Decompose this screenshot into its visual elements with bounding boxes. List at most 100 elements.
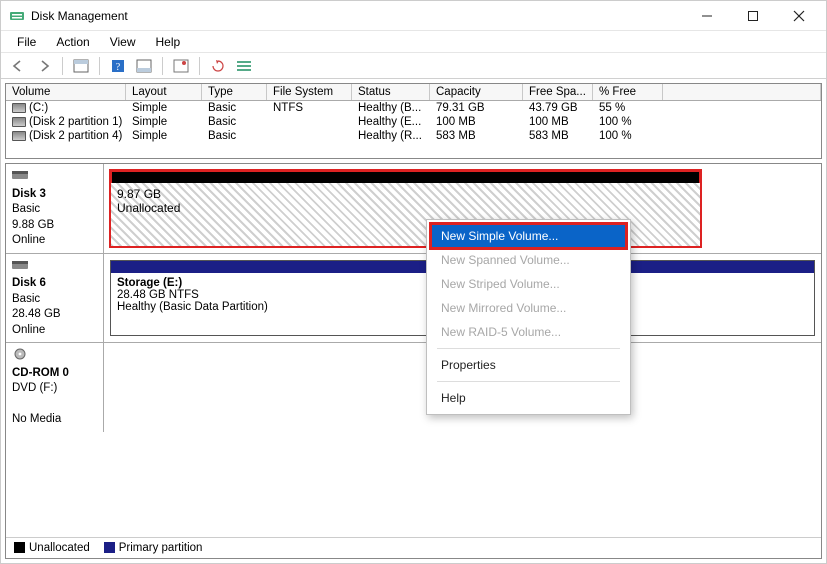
toolbar-list[interactable] (233, 56, 255, 76)
forward-button[interactable] (33, 56, 55, 76)
disk-title: Disk 3 (12, 187, 97, 203)
volume-name: (Disk 2 partition 1) (29, 116, 122, 128)
volume-free: 583 MB (523, 129, 593, 143)
ctx-new-simple-volume[interactable]: New Simple Volume... (431, 224, 626, 248)
volume-free: 43.79 GB (523, 101, 593, 115)
window-title: Disk Management (31, 9, 684, 23)
toolbar-settings[interactable] (170, 56, 192, 76)
help-button[interactable]: ? (107, 56, 129, 76)
disk-row-disk3: Disk 3 Basic 9.88 GB Online 9.87 GB Unal… (6, 164, 821, 254)
disk-info[interactable]: Disk 3 Basic 9.88 GB Online (6, 164, 104, 253)
volume-fs (267, 115, 352, 129)
volume-free: 100 MB (523, 115, 593, 129)
cdrom-drive: DVD (F:) (12, 382, 57, 394)
partition-status: Healthy (Basic Data Partition) (117, 301, 268, 313)
volume-name: (C:) (29, 102, 48, 114)
volume-name: (Disk 2 partition 4) (29, 130, 122, 142)
disk-icon (12, 259, 28, 271)
menu-action[interactable]: Action (46, 33, 99, 51)
volume-type: Basic (202, 129, 267, 143)
header-layout[interactable]: Layout (126, 84, 202, 100)
unalloc-size: 9.87 GB (117, 187, 694, 201)
ctx-properties[interactable]: Properties (427, 353, 630, 377)
cdrom-state: No Media (12, 413, 61, 425)
volume-pfree: 55 % (593, 101, 663, 115)
toolbar-separator (199, 57, 200, 75)
titlebar[interactable]: Disk Management (1, 1, 826, 31)
ctx-new-striped-volume: New Striped Volume... (427, 272, 630, 296)
toolbar-separator (62, 57, 63, 75)
volume-type: Basic (202, 101, 267, 115)
toolbar-separator (162, 57, 163, 75)
volume-fs: NTFS (267, 101, 352, 115)
menu-file[interactable]: File (7, 33, 46, 51)
volume-status: Healthy (B... (352, 101, 430, 115)
menu-help[interactable]: Help (146, 33, 191, 51)
volume-icon (12, 131, 26, 141)
toolbar: ? (1, 53, 826, 79)
ctx-help[interactable]: Help (427, 386, 630, 410)
toolbar-refresh[interactable] (207, 56, 229, 76)
volume-icon (12, 117, 26, 127)
ctx-new-spanned-volume: New Spanned Volume... (427, 248, 630, 272)
disk-icon (12, 169, 28, 181)
volume-layout: Simple (126, 115, 202, 129)
toolbar-view-top[interactable] (70, 56, 92, 76)
legend-swatch-primary (104, 542, 115, 553)
disk-type: Basic (12, 203, 40, 215)
disk-row-disk6: Disk 6 Basic 28.48 GB Online Storage (E:… (6, 254, 821, 344)
volume-row[interactable]: (Disk 2 partition 4) Simple Basic Health… (6, 129, 821, 143)
app-icon (9, 8, 25, 24)
partition-detail: 28.48 GB NTFS (117, 289, 199, 301)
disk-size: 9.88 GB (12, 219, 54, 231)
maximize-button[interactable] (730, 2, 776, 30)
volume-layout: Simple (126, 101, 202, 115)
graphical-fill (6, 432, 821, 537)
disk-title: CD-ROM 0 (12, 366, 97, 382)
header-percent-free[interactable]: % Free (593, 84, 663, 100)
volume-list[interactable]: Volume Layout Type File System Status Ca… (5, 83, 822, 159)
close-button[interactable] (776, 2, 822, 30)
header-freespace[interactable]: Free Spa... (523, 84, 593, 100)
volume-capacity: 100 MB (430, 115, 523, 129)
disk-row-cdrom: CD-ROM 0 DVD (F:) No Media (6, 343, 821, 432)
volume-pfree: 100 % (593, 115, 663, 129)
ctx-separator (437, 348, 620, 349)
menu-view[interactable]: View (100, 33, 146, 51)
legend-primary: Primary partition (119, 542, 203, 554)
header-type[interactable]: Type (202, 84, 267, 100)
disk-title: Disk 6 (12, 276, 97, 292)
disk-type: Basic (12, 293, 40, 305)
volume-status: Healthy (E... (352, 115, 430, 129)
back-button[interactable] (7, 56, 29, 76)
volume-capacity: 79.31 GB (430, 101, 523, 115)
volume-row[interactable]: (C:) Simple Basic NTFS Healthy (B... 79.… (6, 101, 821, 115)
disk-management-window: Disk Management File Action View Help ? … (0, 0, 827, 564)
volume-status: Healthy (R... (352, 129, 430, 143)
volume-capacity: 583 MB (430, 129, 523, 143)
disk-info[interactable]: CD-ROM 0 DVD (F:) No Media (6, 343, 104, 432)
header-status[interactable]: Status (352, 84, 430, 100)
menubar: File Action View Help (1, 31, 826, 53)
ctx-new-mirrored-volume: New Mirrored Volume... (427, 296, 630, 320)
volume-icon (12, 103, 26, 113)
disk-info[interactable]: Disk 6 Basic 28.48 GB Online (6, 254, 104, 343)
toolbar-separator (99, 57, 100, 75)
toolbar-view-bottom[interactable] (133, 56, 155, 76)
cdrom-icon (12, 348, 28, 360)
volume-fs (267, 129, 352, 143)
header-capacity[interactable]: Capacity (430, 84, 523, 100)
graphical-view: Disk 3 Basic 9.88 GB Online 9.87 GB Unal… (5, 163, 822, 559)
minimize-button[interactable] (684, 2, 730, 30)
unalloc-label: Unallocated (117, 201, 694, 215)
disk-state: Online (12, 324, 45, 336)
volume-type: Basic (202, 115, 267, 129)
legend-unallocated: Unallocated (29, 542, 90, 554)
volume-row[interactable]: (Disk 2 partition 1) Simple Basic Health… (6, 115, 821, 129)
legend-swatch-unallocated (14, 542, 25, 553)
header-volume[interactable]: Volume (6, 84, 126, 100)
ctx-new-raid5-volume: New RAID-5 Volume... (427, 320, 630, 344)
header-filesystem[interactable]: File System (267, 84, 352, 100)
ctx-separator (437, 381, 620, 382)
disk-state: Online (12, 234, 45, 246)
